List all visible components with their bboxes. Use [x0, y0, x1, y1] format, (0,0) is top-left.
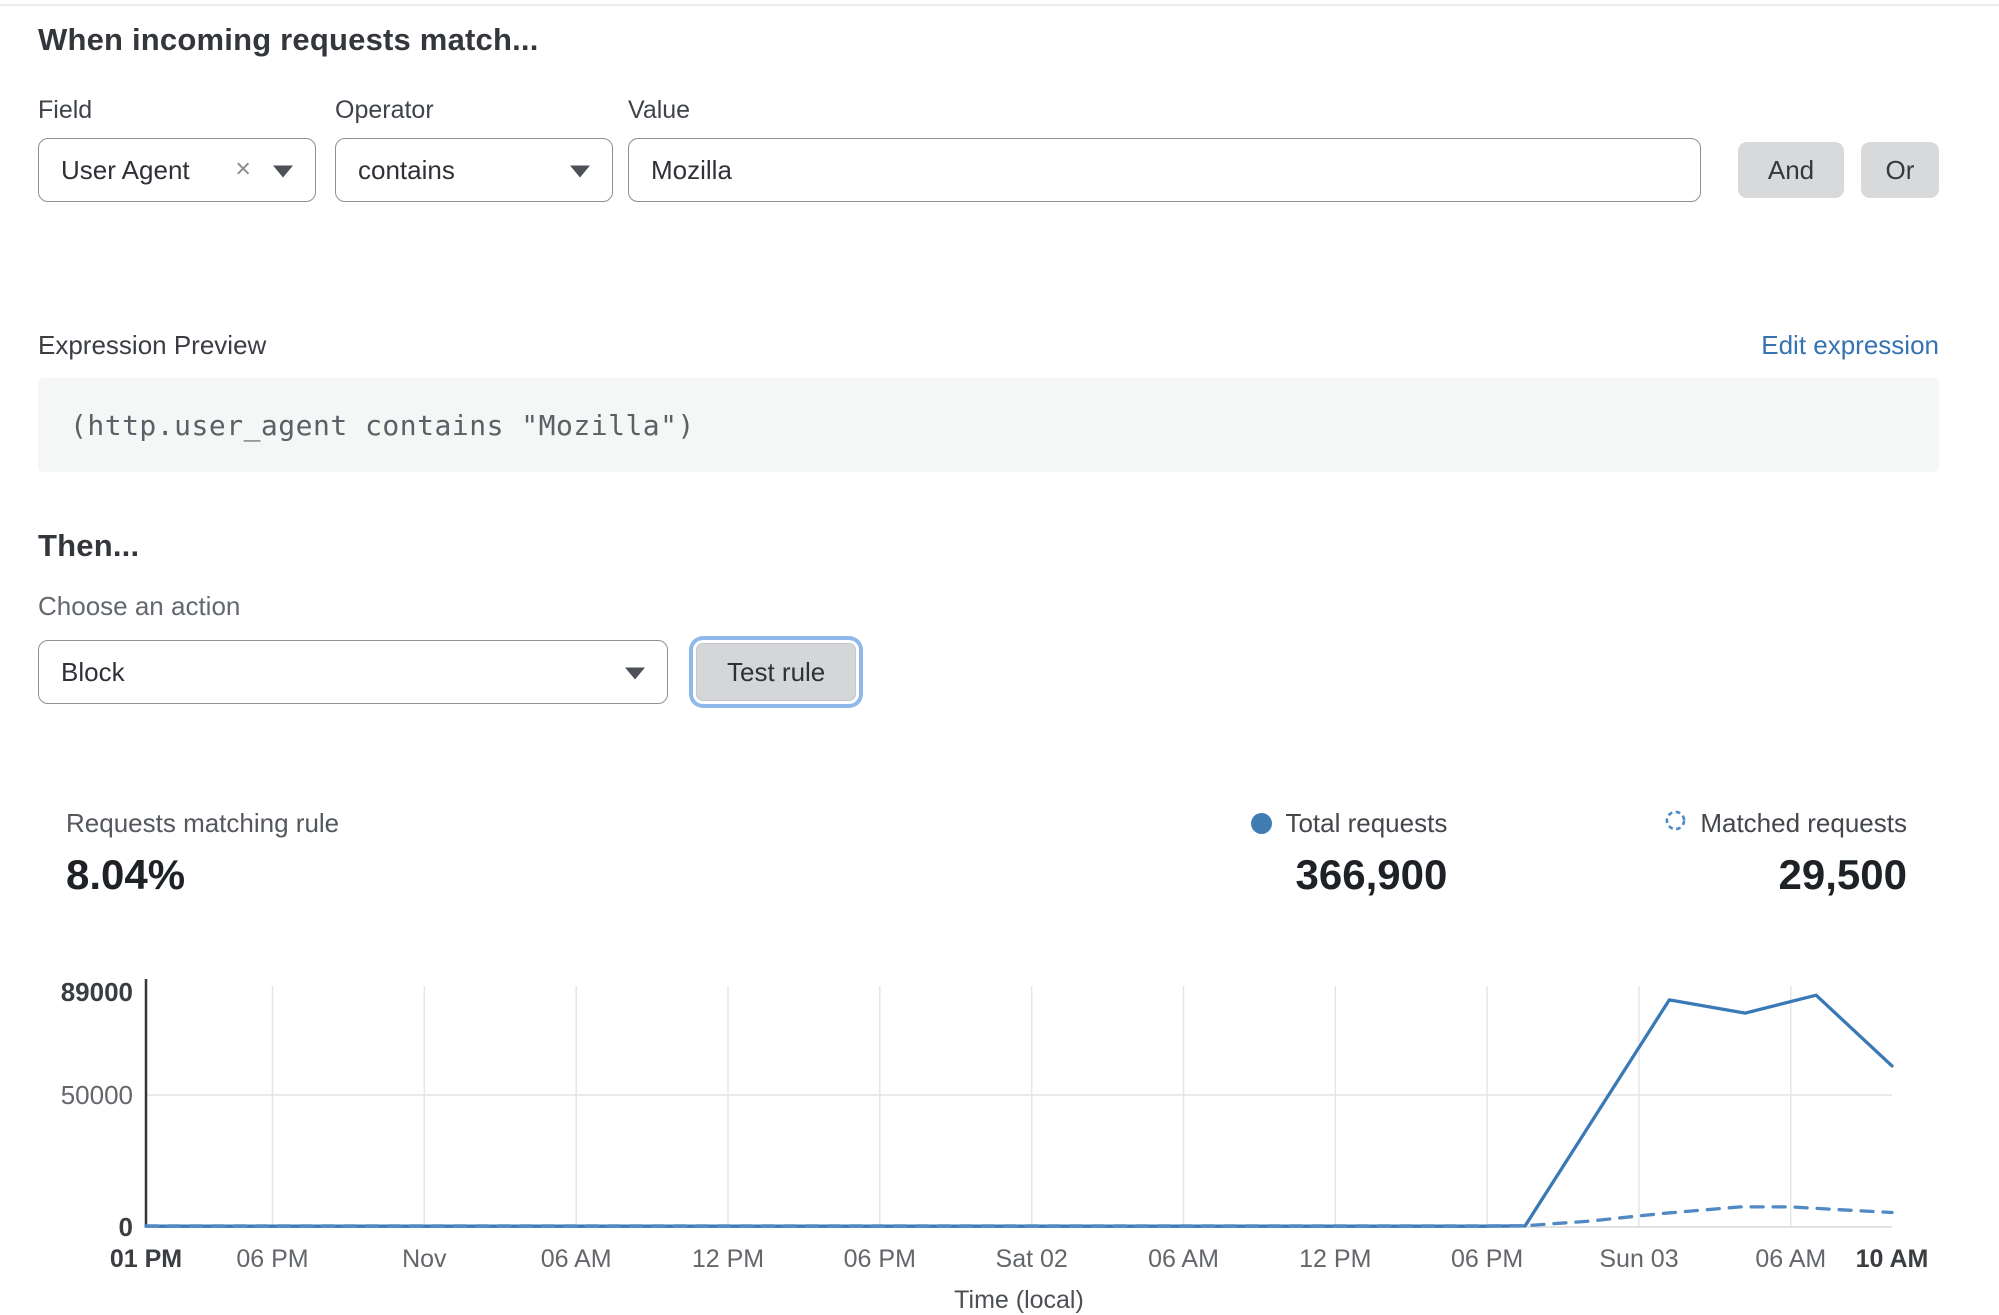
chevron-down-icon	[273, 165, 293, 177]
criteria-labels-row: Field Operator Value	[38, 96, 1939, 125]
svg-text:50000: 50000	[61, 1080, 133, 1110]
field-select[interactable]: User Agent ×	[38, 138, 316, 202]
value-label: Value	[628, 96, 1939, 125]
svg-text:0: 0	[119, 1212, 133, 1242]
action-select-value: Block	[61, 657, 125, 688]
requests-line-chart: 89000 50000 0 01 PM 06 PM Nov 06 AM 12 PM 06 PM S…	[0, 957, 1999, 1315]
matched-requests-dashed-circle-icon	[1664, 808, 1687, 839]
total-requests-stat: Total requests 366,900	[1251, 808, 1447, 899]
field-select-value: User Agent	[61, 155, 190, 186]
svg-text:10 AM: 10 AM	[1856, 1245, 1929, 1273]
total-requests-dot-icon	[1251, 813, 1272, 834]
chevron-down-icon	[625, 667, 645, 679]
or-button[interactable]: Or	[1861, 142, 1939, 198]
svg-text:06 AM: 06 AM	[1148, 1245, 1219, 1273]
svg-text:01 PM: 01 PM	[110, 1245, 182, 1273]
total-requests-value: 366,900	[1251, 851, 1447, 899]
criteria-inputs-row: User Agent × contains And Or	[38, 138, 1939, 202]
svg-text:12 PM: 12 PM	[1299, 1245, 1371, 1273]
svg-text:89000: 89000	[61, 977, 133, 1007]
svg-text:Sun 03: Sun 03	[1599, 1245, 1678, 1273]
requests-chart: 89000 50000 0 01 PM 06 PM Nov 06 AM 12 PM 06 PM S…	[0, 957, 1999, 1315]
expression-preview-label: Expression Preview	[38, 330, 266, 361]
svg-text:Sat 02: Sat 02	[996, 1245, 1068, 1273]
total-requests-label: Total requests	[1285, 808, 1447, 839]
test-rule-button[interactable]: Test rule	[696, 643, 856, 701]
then-heading: Then...	[38, 528, 1939, 564]
action-row: Block Test rule	[38, 640, 1939, 704]
matching-rule-value: 8.04%	[66, 851, 339, 899]
value-input[interactable]	[628, 138, 1701, 202]
svg-text:Time (local): Time (local)	[954, 1286, 1084, 1314]
expression-code: (http.user_agent contains "Mozilla")	[70, 409, 695, 442]
rule-stats-row: Requests matching rule 8.04% Total reque…	[38, 808, 1939, 899]
top-divider	[0, 4, 1999, 6]
edit-expression-link[interactable]: Edit expression	[1761, 330, 1939, 361]
svg-text:06 AM: 06 AM	[1755, 1245, 1826, 1273]
matching-rule-stat: Requests matching rule 8.04%	[66, 808, 339, 899]
match-heading: When incoming requests match...	[38, 22, 1939, 58]
matched-requests-label: Matched requests	[1700, 808, 1907, 839]
clear-icon[interactable]: ×	[235, 155, 251, 182]
choose-action-label: Choose an action	[38, 591, 1939, 622]
svg-text:Nov: Nov	[402, 1245, 447, 1273]
action-select[interactable]: Block	[38, 640, 668, 704]
matching-rule-label: Requests matching rule	[66, 808, 339, 839]
expression-code-block: (http.user_agent contains "Mozilla")	[38, 378, 1939, 472]
matched-requests-stat: Matched requests 29,500	[1664, 808, 1907, 899]
field-label: Field	[38, 96, 335, 125]
operator-select[interactable]: contains	[335, 138, 613, 202]
svg-text:06 AM: 06 AM	[541, 1245, 612, 1273]
and-button[interactable]: And	[1738, 142, 1844, 198]
chevron-down-icon	[570, 165, 590, 177]
operator-label: Operator	[335, 96, 628, 125]
matched-requests-value: 29,500	[1664, 851, 1907, 899]
operator-select-value: contains	[358, 155, 455, 186]
svg-text:12 PM: 12 PM	[692, 1245, 764, 1273]
svg-text:06 PM: 06 PM	[844, 1245, 916, 1273]
expression-preview-header: Expression Preview Edit expression	[38, 330, 1939, 361]
firewall-rule-builder-page: When incoming requests match... Field Op…	[0, 0, 1999, 1295]
svg-text:06 PM: 06 PM	[236, 1245, 308, 1273]
svg-text:06 PM: 06 PM	[1451, 1245, 1523, 1273]
